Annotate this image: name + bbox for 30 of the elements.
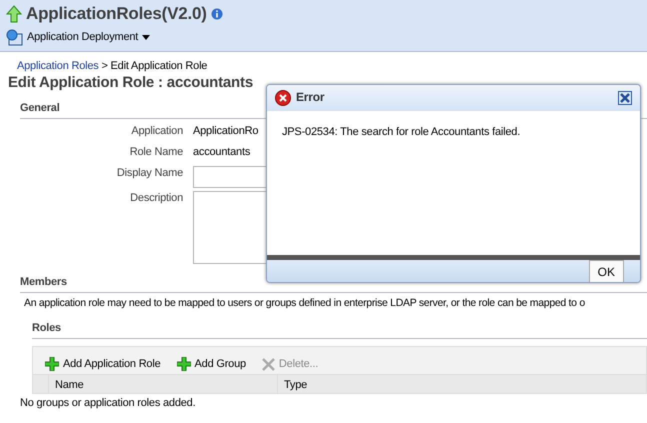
field-label: Description: [129, 191, 184, 206]
section-heading: Roles: [32, 321, 647, 340]
field-value: ApplicationRo: [193, 124, 258, 138]
up-arrow-icon: [6, 5, 22, 24]
deployment-icon: [6, 29, 23, 46]
plus-icon: [45, 357, 59, 372]
info-icon: [210, 8, 223, 20]
column-header: Type: [283, 378, 308, 394]
field-label: Application: [130, 124, 184, 138]
error-message: JPS-02534: The search for role Accountants failed.: [282, 126, 520, 138]
cross-icon: [262, 358, 275, 371]
column-header: Name: [49, 375, 278, 394]
page-heading: ApplicationRoles(V2.0): [26, 3, 207, 25]
empty-message: No groups or application roles added.: [20, 396, 196, 411]
error-icon: [275, 90, 291, 106]
field-value: accountants: [193, 145, 250, 160]
field-label: Role Name: [128, 145, 184, 160]
ok-button[interactable]: OK: [588, 260, 624, 282]
breadcrumb-current: > Edit Application Role: [101, 60, 208, 72]
caret-icon: [142, 35, 150, 40]
members-description: An application role may need to be mapped to users or groups defined in enterprise LDAP server, or the role can be mapped to o: [24, 297, 586, 312]
field-label: Display Name: [116, 166, 184, 180]
close-icon: [619, 92, 631, 104]
close-button[interactable]: [618, 91, 632, 105]
toolbar-button[interactable]: Add Application Role: [45, 354, 161, 374]
page-title: Edit Application Role : accountants: [8, 73, 254, 93]
toolbar-button[interactable]: Add Group: [176, 354, 246, 374]
plus-icon: [176, 357, 191, 372]
menu-button[interactable]: Application Deployment: [27, 31, 150, 44]
breadcrumb-link[interactable]: Application Roles: [17, 60, 99, 72]
